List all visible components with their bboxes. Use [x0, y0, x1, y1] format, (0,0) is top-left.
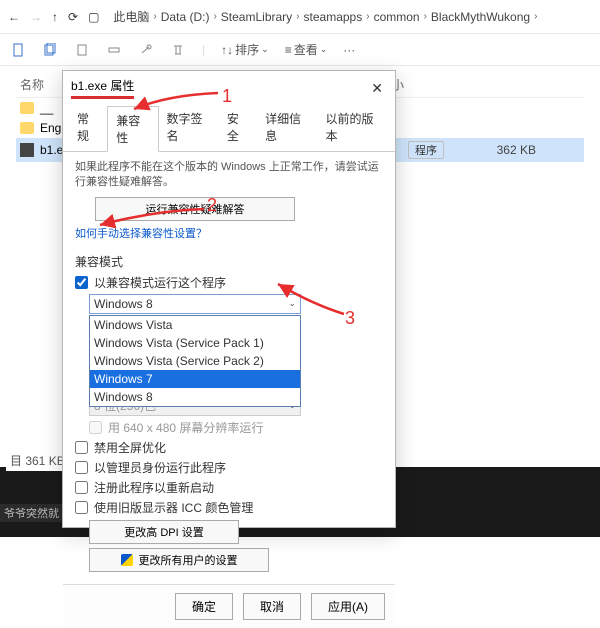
chevron-right-icon: › — [296, 11, 299, 22]
dpi-settings-button[interactable]: 更改高 DPI 设置 — [89, 520, 239, 544]
all-users-label: 更改所有用户的设置 — [139, 552, 238, 568]
resolution-checkbox: 用 640 x 480 屏幕分辨率运行 — [89, 419, 383, 436]
sort-label: 排序 — [235, 41, 259, 58]
admin-label: 以管理员身份运行此程序 — [94, 459, 226, 476]
file-type-tag: 程序 — [408, 141, 444, 159]
close-icon[interactable]: ✕ — [367, 80, 387, 97]
chevron-down-icon: ⌄ — [261, 44, 269, 55]
explorer-actionbar: | ↑↓ 排序 ⌄ ≡ 查看 ⌄ ··· — [0, 34, 600, 66]
breadcrumb-item[interactable]: steamapps — [304, 10, 363, 24]
tab-security[interactable]: 安全 — [219, 105, 257, 151]
dropdown-option[interactable]: Windows Vista (Service Pack 2) — [90, 352, 300, 370]
admin-input[interactable] — [75, 461, 88, 474]
chevron-down-icon: ⌄ — [288, 298, 296, 309]
chevron-right-icon: › — [153, 11, 156, 22]
separator: | — [202, 43, 205, 57]
back-icon[interactable]: ← — [8, 10, 20, 24]
apply-button[interactable]: 应用(A) — [311, 593, 385, 620]
caption-strip: 爷爷突然就 — [0, 504, 62, 522]
view-label: 查看 — [294, 41, 318, 58]
exe-icon — [20, 143, 34, 157]
breadcrumb-item[interactable]: 此电脑 — [113, 8, 149, 25]
icc-label: 使用旧版显示器 ICC 颜色管理 — [94, 499, 253, 516]
properties-dialog: b1.exe 属性 ✕ 常规 兼容性 数字签名 安全 详细信息 以前的版本 如果… — [62, 70, 396, 528]
refresh-icon[interactable]: ⟳ — [68, 10, 78, 24]
admin-checkbox[interactable]: 以管理员身份运行此程序 — [75, 459, 383, 476]
tab-compatibility[interactable]: 兼容性 — [107, 106, 158, 152]
chevron-right-icon: › — [213, 11, 216, 22]
tab-details[interactable]: 详细信息 — [257, 105, 317, 151]
fullscreen-label: 禁用全屏优化 — [94, 439, 166, 456]
chevron-down-icon: ⌄ — [320, 44, 328, 55]
more-icon[interactable]: ··· — [343, 43, 355, 57]
compat-mode-combo[interactable]: Windows 8 ⌄ — [89, 294, 301, 314]
dialog-body: 如果此程序不能在这个版本的 Windows 上正常工作，请尝试运行兼容性疑难解答… — [63, 152, 395, 584]
dialog-tabs: 常规 兼容性 数字签名 安全 详细信息 以前的版本 — [63, 105, 395, 152]
tab-signatures[interactable]: 数字签名 — [159, 105, 219, 151]
register-checkbox[interactable]: 注册此程序以重新启动 — [75, 479, 383, 496]
dropdown-option[interactable]: Windows Vista (Service Pack 1) — [90, 334, 300, 352]
view-dropdown[interactable]: ≡ 查看 ⌄ — [285, 41, 328, 58]
cancel-button[interactable]: 取消 — [243, 593, 301, 620]
breadcrumb-item[interactable]: SteamLibrary — [221, 10, 292, 24]
breadcrumb-item[interactable]: Data (D:) — [161, 10, 210, 24]
resolution-input — [89, 421, 102, 434]
compat-mode-label: 以兼容模式运行这个程序 — [94, 274, 226, 291]
nav-icons: ← → ↑ ⟳ ▢ — [8, 10, 99, 24]
resolution-label: 用 640 x 480 屏幕分辨率运行 — [108, 419, 263, 436]
breadcrumb[interactable]: 此电脑› Data (D:)› SteamLibrary› steamapps›… — [113, 8, 592, 25]
dialog-footer: 确定 取消 应用(A) — [63, 584, 395, 628]
combo-value: Windows 8 — [94, 297, 153, 311]
delete-icon[interactable] — [170, 42, 186, 58]
rename-icon[interactable] — [106, 42, 122, 58]
register-label: 注册此程序以重新启动 — [94, 479, 214, 496]
compat-mode-checkbox[interactable]: 以兼容模式运行这个程序 — [75, 274, 383, 291]
breadcrumb-item[interactable]: common — [374, 10, 420, 24]
paste-icon[interactable] — [74, 42, 90, 58]
help-link[interactable]: 如何手动选择兼容性设置？ — [75, 225, 207, 241]
status-text: 目 361 KB — [6, 450, 69, 471]
file-name: Engi — [40, 121, 64, 135]
dialog-title: b1.exe 属性 — [71, 77, 134, 99]
tab-previous[interactable]: 以前的版本 — [317, 105, 389, 151]
monitor-icon: ▢ — [88, 10, 99, 24]
forward-icon[interactable]: → — [30, 10, 42, 24]
copy-icon[interactable] — [42, 42, 58, 58]
dropdown-option[interactable]: Windows 8 — [90, 388, 300, 406]
intro-text: 如果此程序不能在这个版本的 Windows 上正常工作，请尝试运行兼容性疑难解答… — [75, 160, 383, 191]
dialog-titlebar: b1.exe 属性 ✕ — [63, 71, 395, 105]
run-troubleshooter-button[interactable]: 运行兼容性疑难解答 — [95, 197, 295, 221]
folder-icon — [20, 122, 34, 134]
fullscreen-input[interactable] — [75, 441, 88, 454]
new-icon[interactable] — [10, 42, 26, 58]
dropdown-option[interactable]: Windows 7 — [90, 370, 300, 388]
chevron-right-icon: › — [534, 11, 537, 22]
fullscreen-checkbox[interactable]: 禁用全屏优化 — [75, 439, 383, 456]
shield-icon — [121, 554, 133, 566]
compat-dropdown[interactable]: Windows Vista Windows Vista (Service Pac… — [89, 315, 301, 407]
tab-general[interactable]: 常规 — [69, 105, 107, 151]
dropdown-option[interactable]: Windows Vista — [90, 316, 300, 334]
breadcrumb-item[interactable]: BlackMythWukong — [431, 10, 530, 24]
chevron-right-icon: › — [424, 11, 427, 22]
up-icon[interactable]: ↑ — [52, 10, 58, 24]
file-size: 362 KB — [456, 143, 536, 157]
folder-icon — [20, 102, 34, 114]
share-icon[interactable] — [138, 42, 154, 58]
explorer-topbar: ← → ↑ ⟳ ▢ 此电脑› Data (D:)› SteamLibrary› … — [0, 0, 600, 34]
all-users-button[interactable]: 更改所有用户的设置 — [89, 548, 269, 572]
chevron-right-icon: › — [366, 11, 369, 22]
file-name: __ — [40, 101, 53, 115]
compat-section-title: 兼容模式 — [75, 253, 383, 270]
icc-checkbox[interactable]: 使用旧版显示器 ICC 颜色管理 — [75, 499, 383, 516]
ok-button[interactable]: 确定 — [175, 593, 233, 620]
register-input[interactable] — [75, 481, 88, 494]
icc-input[interactable] — [75, 501, 88, 514]
compat-mode-input[interactable] — [75, 276, 88, 289]
sort-dropdown[interactable]: ↑↓ 排序 ⌄ — [221, 41, 269, 58]
